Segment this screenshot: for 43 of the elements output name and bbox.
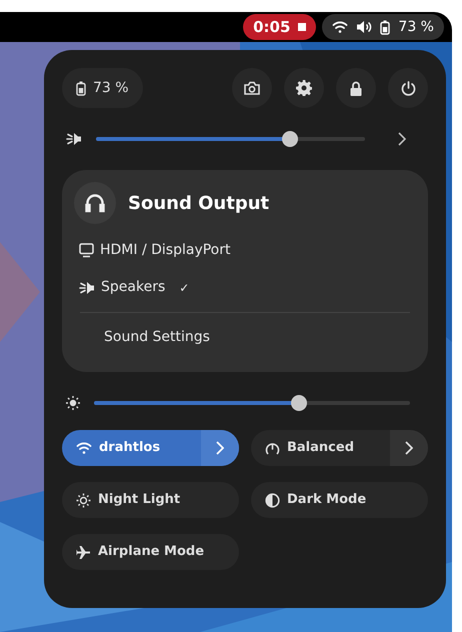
check-mark: ✓ bbox=[179, 280, 190, 296]
screenshot-button[interactable] bbox=[232, 68, 272, 108]
recording-indicator[interactable]: 0:05 bbox=[243, 14, 316, 40]
power-icon bbox=[400, 80, 416, 96]
volume-slider[interactable] bbox=[96, 129, 365, 149]
sound-settings-item[interactable]: Sound Settings bbox=[74, 313, 416, 361]
headphones-icon bbox=[74, 182, 116, 224]
camera-icon bbox=[244, 81, 260, 95]
settings-button[interactable] bbox=[284, 68, 324, 108]
chevron-icon[interactable] bbox=[398, 132, 406, 146]
contrast-icon bbox=[265, 492, 280, 508]
battery-icon bbox=[380, 20, 390, 34]
monitor-icon bbox=[79, 243, 94, 258]
output-device-item[interactable]: HDMI / DisplayPort bbox=[74, 232, 416, 269]
quick-toggle[interactable]: Night Light bbox=[62, 482, 239, 518]
chevron-icon bbox=[216, 441, 224, 455]
wifi-icon bbox=[332, 20, 348, 34]
speaker-icon bbox=[66, 132, 82, 146]
slider-thumb[interactable] bbox=[282, 131, 298, 147]
airplane-icon bbox=[76, 544, 91, 560]
quick-toggle[interactable]: Balanced bbox=[251, 430, 428, 466]
lock-icon bbox=[350, 80, 362, 96]
output-device-item[interactable]: Speakers ✓ bbox=[74, 269, 416, 306]
menu-title: Sound Output bbox=[128, 192, 270, 216]
battery-icon bbox=[76, 80, 86, 96]
quick-toggle[interactable]: drahtlos bbox=[62, 430, 239, 466]
battery-status: 73 % bbox=[62, 68, 143, 108]
gauge-icon bbox=[265, 440, 280, 456]
quick-toggle[interactable]: Dark Mode bbox=[251, 482, 428, 518]
speaker-icon bbox=[79, 280, 95, 294]
lock-button[interactable] bbox=[336, 68, 376, 108]
sun-icon bbox=[76, 492, 91, 508]
chevron-icon bbox=[405, 441, 413, 455]
system-status-button[interactable]: 73 % bbox=[322, 14, 444, 40]
brightness-slider[interactable] bbox=[94, 393, 410, 413]
speaker-icon bbox=[356, 20, 372, 34]
stop-icon bbox=[298, 23, 306, 31]
brightness-icon bbox=[66, 396, 80, 410]
wifi-icon bbox=[76, 441, 92, 455]
power-button[interactable] bbox=[388, 68, 428, 108]
slider-thumb[interactable] bbox=[291, 395, 308, 411]
settings-icon bbox=[296, 80, 312, 96]
quick-toggle[interactable]: Airplane Mode bbox=[62, 534, 239, 570]
